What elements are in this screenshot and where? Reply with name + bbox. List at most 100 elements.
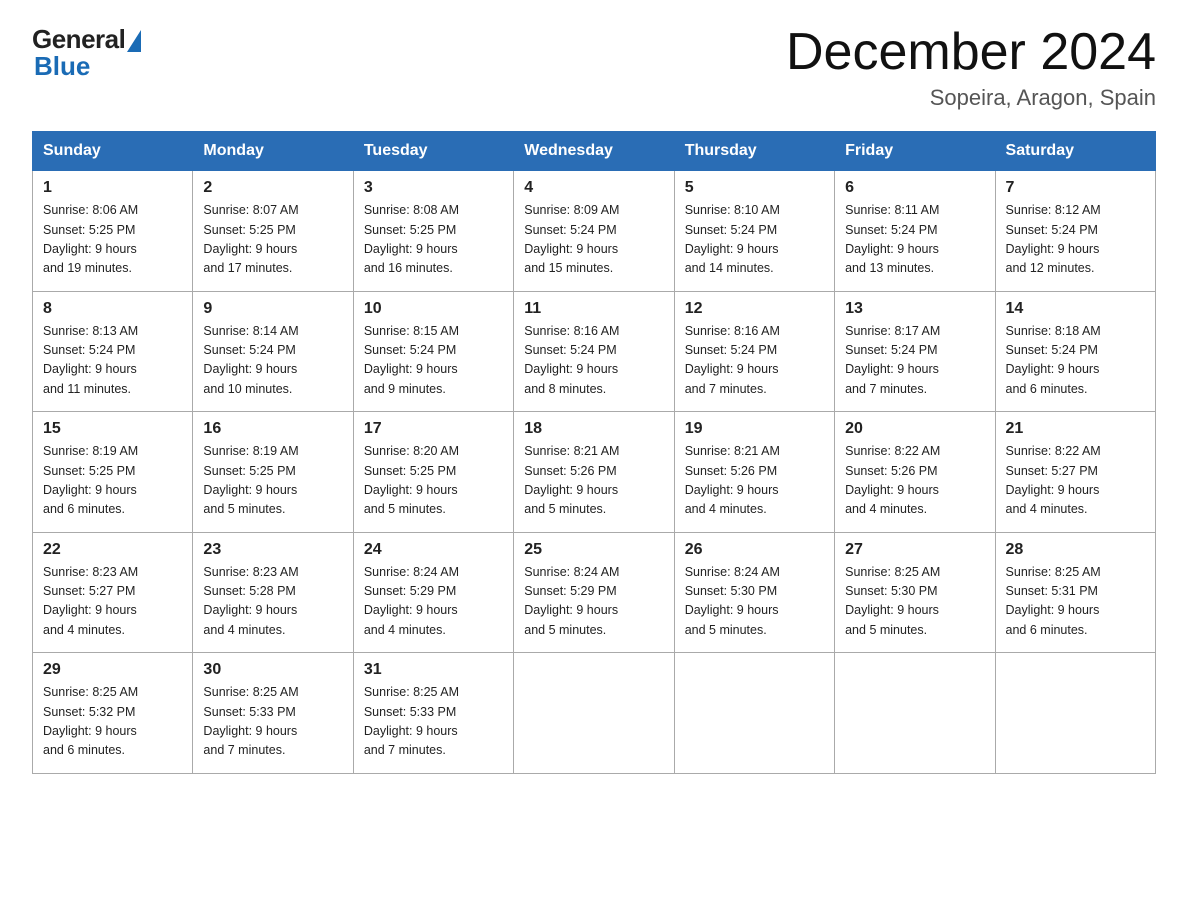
day-info: Sunrise: 8:22 AM Sunset: 5:27 PM Dayligh… [1006,442,1145,520]
calendar-cell: 6 Sunrise: 8:11 AM Sunset: 5:24 PM Daylig… [835,171,995,292]
day-info: Sunrise: 8:19 AM Sunset: 5:25 PM Dayligh… [43,442,182,520]
weekday-header-sunday: Sunday [33,132,193,171]
calendar-cell: 31 Sunrise: 8:25 AM Sunset: 5:33 PM Dayli… [353,653,513,774]
calendar-cell: 3Sunrise: 8:08 AM Sunset: 5:25 PM Daylig… [353,171,513,292]
calendar-cell: 26 Sunrise: 8:24 AM Sunset: 5:30 PM Dayli… [674,532,834,653]
day-info: Sunrise: 8:16 AM Sunset: 5:24 PM Dayligh… [524,322,663,400]
calendar-cell: 19Sunrise: 8:21 AM Sunset: 5:26 PM Dayli… [674,412,834,533]
day-info: Sunrise: 8:21 AM Sunset: 5:26 PM Dayligh… [524,442,663,520]
day-info: Sunrise: 8:25 AM Sunset: 5:33 PM Dayligh… [203,683,342,761]
day-number: 18 [524,420,663,438]
weekday-header-tuesday: Tuesday [353,132,513,171]
day-info: Sunrise: 8:18 AM Sunset: 5:24 PM Dayligh… [1006,322,1145,400]
logo-triangle-icon [127,30,141,52]
calendar-cell: 4 Sunrise: 8:09 AM Sunset: 5:24 PM Daylig… [514,171,674,292]
day-number: 9 [203,300,342,318]
calendar-cell: 2Sunrise: 8:07 AM Sunset: 5:25 PM Daylig… [193,171,353,292]
day-number: 17 [364,420,503,438]
calendar-week-3: 15 Sunrise: 8:19 AM Sunset: 5:25 PM Dayli… [33,412,1156,533]
logo: General Blue [32,24,141,82]
calendar-cell: 24 Sunrise: 8:24 AM Sunset: 5:29 PM Dayli… [353,532,513,653]
day-number: 21 [1006,420,1145,438]
calendar-cell: 20 Sunrise: 8:22 AM Sunset: 5:26 PM Dayli… [835,412,995,533]
day-info: Sunrise: 8:11 AM Sunset: 5:24 PM Dayligh… [845,201,984,279]
calendar-cell: 25 Sunrise: 8:24 AM Sunset: 5:29 PM Dayli… [514,532,674,653]
calendar-week-1: 1Sunrise: 8:06 AM Sunset: 5:25 PM Daylig… [33,171,1156,292]
day-info: Sunrise: 8:19 AM Sunset: 5:25 PM Dayligh… [203,442,342,520]
weekday-header-row: SundayMondayTuesdayWednesdayThursdayFrid… [33,132,1156,171]
day-info: Sunrise: 8:23 AM Sunset: 5:27 PM Dayligh… [43,563,182,641]
day-info: Sunrise: 8:25 AM Sunset: 5:33 PM Dayligh… [364,683,503,761]
calendar-title: December 2024 [786,24,1156,81]
day-number: 2 [203,179,342,197]
calendar-cell [514,653,674,774]
calendar-cell: 29 Sunrise: 8:25 AM Sunset: 5:32 PM Dayli… [33,653,193,774]
calendar-table: SundayMondayTuesdayWednesdayThursdayFrid… [32,131,1156,774]
title-block: December 2024 Sopeira, Aragon, Spain [786,24,1156,111]
day-number: 28 [1006,541,1145,559]
day-info: Sunrise: 8:17 AM Sunset: 5:24 PM Dayligh… [845,322,984,400]
day-info: Sunrise: 8:23 AM Sunset: 5:28 PM Dayligh… [203,563,342,641]
day-info: Sunrise: 8:10 AM Sunset: 5:24 PM Dayligh… [685,201,824,279]
day-info: Sunrise: 8:24 AM Sunset: 5:30 PM Dayligh… [685,563,824,641]
day-number: 22 [43,541,182,559]
day-number: 31 [364,661,503,679]
calendar-cell [835,653,995,774]
calendar-cell: 9 Sunrise: 8:14 AM Sunset: 5:24 PM Daylig… [193,291,353,412]
calendar-cell: 15 Sunrise: 8:19 AM Sunset: 5:25 PM Dayli… [33,412,193,533]
calendar-cell: 7Sunrise: 8:12 AM Sunset: 5:24 PM Daylig… [995,171,1155,292]
day-number: 11 [524,300,663,318]
logo-blue-text: Blue [34,51,90,82]
day-info: Sunrise: 8:25 AM Sunset: 5:31 PM Dayligh… [1006,563,1145,641]
calendar-cell: 13Sunrise: 8:17 AM Sunset: 5:24 PM Dayli… [835,291,995,412]
calendar-cell: 23 Sunrise: 8:23 AM Sunset: 5:28 PM Dayli… [193,532,353,653]
day-info: Sunrise: 8:15 AM Sunset: 5:24 PM Dayligh… [364,322,503,400]
day-number: 25 [524,541,663,559]
weekday-header-monday: Monday [193,132,353,171]
calendar-cell: 30 Sunrise: 8:25 AM Sunset: 5:33 PM Dayli… [193,653,353,774]
day-number: 30 [203,661,342,679]
day-number: 23 [203,541,342,559]
day-number: 24 [364,541,503,559]
page-header: General Blue December 2024 Sopeira, Arag… [32,24,1156,111]
calendar-cell: 1Sunrise: 8:06 AM Sunset: 5:25 PM Daylig… [33,171,193,292]
day-number: 5 [685,179,824,197]
day-number: 29 [43,661,182,679]
calendar-cell: 21 Sunrise: 8:22 AM Sunset: 5:27 PM Dayli… [995,412,1155,533]
calendar-cell: 10 Sunrise: 8:15 AM Sunset: 5:24 PM Dayli… [353,291,513,412]
calendar-cell: 27Sunrise: 8:25 AM Sunset: 5:30 PM Dayli… [835,532,995,653]
calendar-cell: 18 Sunrise: 8:21 AM Sunset: 5:26 PM Dayli… [514,412,674,533]
calendar-cell: 14Sunrise: 8:18 AM Sunset: 5:24 PM Dayli… [995,291,1155,412]
day-info: Sunrise: 8:24 AM Sunset: 5:29 PM Dayligh… [364,563,503,641]
calendar-cell: 5 Sunrise: 8:10 AM Sunset: 5:24 PM Daylig… [674,171,834,292]
calendar-subtitle: Sopeira, Aragon, Spain [786,85,1156,111]
day-info: Sunrise: 8:09 AM Sunset: 5:24 PM Dayligh… [524,201,663,279]
day-info: Sunrise: 8:16 AM Sunset: 5:24 PM Dayligh… [685,322,824,400]
day-number: 27 [845,541,984,559]
day-number: 8 [43,300,182,318]
day-info: Sunrise: 8:24 AM Sunset: 5:29 PM Dayligh… [524,563,663,641]
day-number: 7 [1006,179,1145,197]
day-number: 10 [364,300,503,318]
calendar-week-2: 8Sunrise: 8:13 AM Sunset: 5:24 PM Daylig… [33,291,1156,412]
weekday-header-wednesday: Wednesday [514,132,674,171]
day-number: 4 [524,179,663,197]
day-number: 26 [685,541,824,559]
calendar-cell: 22 Sunrise: 8:23 AM Sunset: 5:27 PM Dayli… [33,532,193,653]
calendar-cell: 16Sunrise: 8:19 AM Sunset: 5:25 PM Dayli… [193,412,353,533]
day-number: 15 [43,420,182,438]
day-number: 19 [685,420,824,438]
calendar-cell: 17Sunrise: 8:20 AM Sunset: 5:25 PM Dayli… [353,412,513,533]
weekday-header-friday: Friday [835,132,995,171]
weekday-header-saturday: Saturday [995,132,1155,171]
day-info: Sunrise: 8:14 AM Sunset: 5:24 PM Dayligh… [203,322,342,400]
day-number: 12 [685,300,824,318]
weekday-header-thursday: Thursday [674,132,834,171]
day-number: 1 [43,179,182,197]
calendar-cell: 11 Sunrise: 8:16 AM Sunset: 5:24 PM Dayli… [514,291,674,412]
day-number: 6 [845,179,984,197]
day-number: 20 [845,420,984,438]
calendar-cell: 8Sunrise: 8:13 AM Sunset: 5:24 PM Daylig… [33,291,193,412]
day-info: Sunrise: 8:22 AM Sunset: 5:26 PM Dayligh… [845,442,984,520]
day-info: Sunrise: 8:25 AM Sunset: 5:32 PM Dayligh… [43,683,182,761]
